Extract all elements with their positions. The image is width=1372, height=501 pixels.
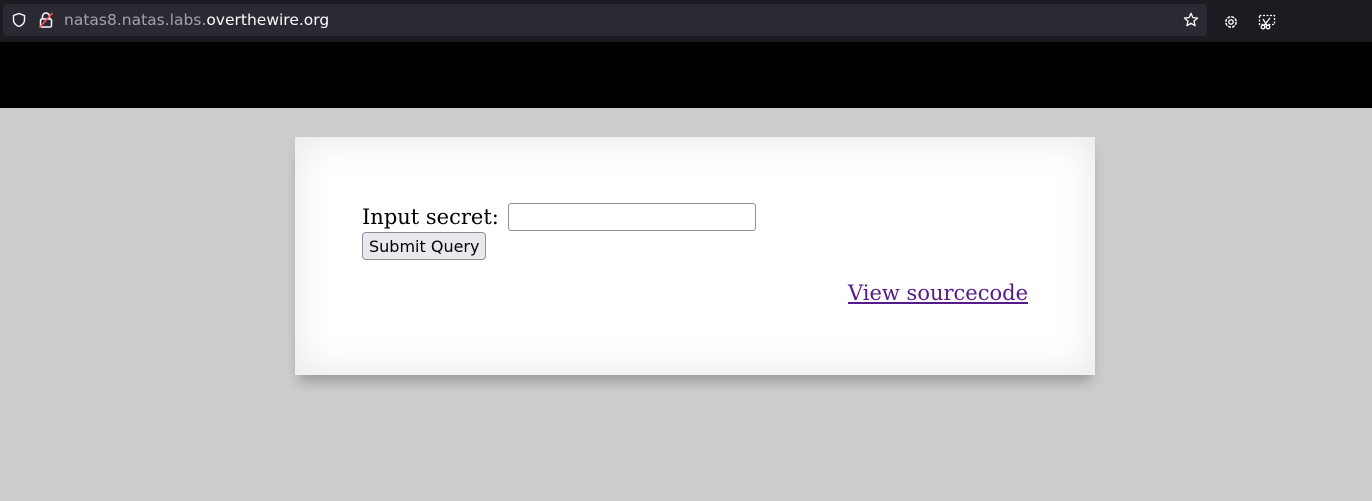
url-text[interactable]: natas8.natas.labs.overthewire.org — [64, 4, 329, 36]
insecure-lock-icon[interactable] — [38, 11, 54, 29]
view-sourcecode-link[interactable]: View sourcecode — [848, 281, 1028, 305]
address-bar[interactable]: natas8.natas.labs.overthewire.org — [3, 4, 1207, 36]
browser-toolbar: natas8.natas.labs.overthewire.org — [0, 0, 1372, 42]
content-panel: Input secret: Submit Query View sourceco… — [295, 137, 1095, 375]
gear-icon[interactable] — [1222, 13, 1240, 31]
page-header-bar — [0, 42, 1372, 108]
secret-form: Input secret: Submit Query — [362, 203, 756, 260]
secret-label: Input secret: — [362, 205, 499, 229]
submit-button[interactable]: Submit Query — [362, 232, 487, 260]
url-subdomain: natas8.natas.labs. — [64, 11, 207, 29]
shield-icon[interactable] — [11, 12, 27, 28]
url-domain: overthewire.org — [206, 11, 330, 29]
screenshot-icon[interactable] — [1258, 13, 1276, 31]
secret-input[interactable] — [507, 203, 756, 231]
bookmark-star-icon[interactable] — [1183, 12, 1199, 28]
